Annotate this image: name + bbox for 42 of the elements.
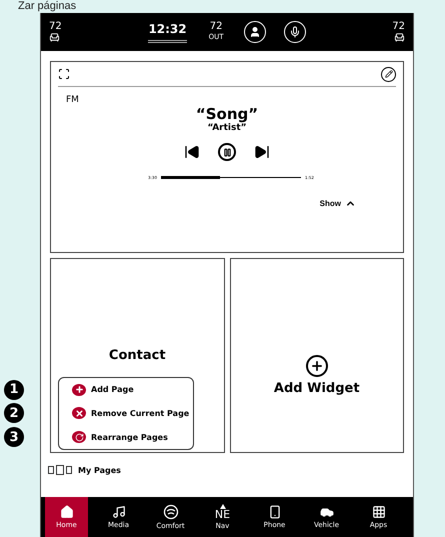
page-indicator[interactable] [48, 466, 54, 474]
plus-circle-icon [306, 355, 328, 377]
rearrange-icon [72, 431, 86, 444]
clock-time: 12:32 [148, 22, 187, 42]
previous-button[interactable] [184, 144, 200, 160]
page-indicator[interactable] [56, 465, 64, 475]
step-number: 2 [4, 403, 24, 424]
remove-icon [72, 407, 86, 420]
page-indicator[interactable] [66, 466, 72, 474]
menu-option[interactable]: Add Page [91, 385, 134, 394]
apps-grid-icon [372, 505, 386, 519]
expand-icon[interactable] [58, 68, 70, 80]
home-icon [60, 505, 74, 519]
artist-name: “Artist” [207, 123, 247, 133]
north-arrow-icon [220, 504, 226, 509]
compass-heading: NE [214, 509, 230, 520]
passenger-temperature: 72 [392, 21, 405, 32]
show-button[interactable]: Show [320, 198, 356, 209]
outside-temperature: 72 [210, 21, 222, 32]
person-icon [248, 26, 261, 38]
microphone-icon [288, 26, 301, 38]
song-title: “Song” [196, 105, 258, 123]
profile-button[interactable] [244, 21, 266, 43]
caption-text: Zar páginas [18, 0, 76, 12]
driver-temperature: 72 [49, 21, 62, 32]
menu-option[interactable]: Rearrange Pages [91, 432, 168, 442]
media-source: FM [66, 95, 80, 105]
step-number: 3 [4, 427, 24, 448]
my-pages-label: My Pages [78, 466, 121, 474]
pause-button[interactable] [218, 143, 236, 161]
next-button[interactable] [254, 144, 270, 160]
widget-label: Contact [108, 348, 166, 363]
microphone-button[interactable] [284, 21, 306, 43]
pause-icon [222, 148, 232, 156]
menu-option[interactable]: Remove Current Page [91, 408, 190, 418]
edit-icon[interactable] [381, 66, 396, 82]
add-icon [72, 384, 86, 396]
phone-icon [268, 505, 282, 519]
music-note-icon [112, 505, 126, 519]
widget-label: Add Widget [274, 381, 360, 396]
add-widget-tile[interactable]: Add Widget [230, 258, 404, 453]
step-number: 1 [4, 380, 24, 400]
